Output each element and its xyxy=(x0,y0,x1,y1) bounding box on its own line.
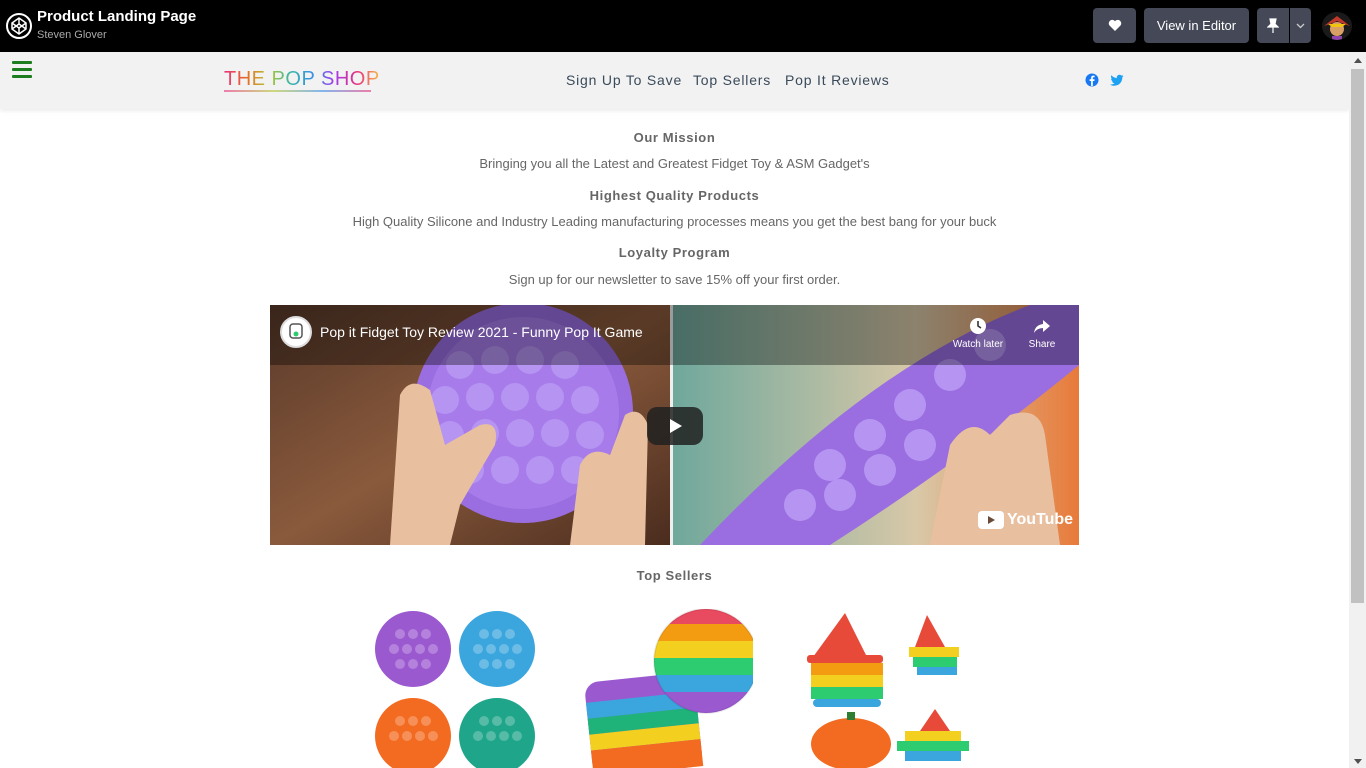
watch-later-button[interactable]: Watch later xyxy=(950,317,1006,350)
heart-icon xyxy=(1108,19,1121,31)
pen-preview: THE POP SHOP Sign Up To Save Top Sellers… xyxy=(0,52,1366,768)
channel-avatar[interactable] xyxy=(280,316,312,348)
site-logo[interactable]: THE POP SHOP xyxy=(224,68,380,91)
pin-button[interactable] xyxy=(1257,8,1289,43)
vertical-scrollbar[interactable] xyxy=(1349,52,1366,768)
share-label: Share xyxy=(1028,339,1056,350)
share-button[interactable]: Share xyxy=(1020,317,1064,350)
nav-top-sellers[interactable]: Top Sellers xyxy=(693,72,771,88)
chevron-down-icon xyxy=(1296,23,1305,28)
nav-reviews[interactable]: Pop It Reviews xyxy=(785,72,890,88)
user-avatar[interactable] xyxy=(1322,12,1352,40)
hamburger-menu-icon[interactable] xyxy=(12,61,32,79)
youtube-video-embed[interactable]: Pop it Fidget Toy Review 2021 - Funny Po… xyxy=(270,305,1079,545)
video-title[interactable]: Pop it Fidget Toy Review 2021 - Funny Po… xyxy=(320,324,643,340)
watch-later-label: Watch later xyxy=(952,339,1004,350)
mission-text: Bringing you all the Latest and Greatest… xyxy=(479,156,870,171)
codepen-top-bar: Product Landing Page Steven Glover View … xyxy=(0,0,1366,52)
product-image-halloween-pop-its[interactable] xyxy=(805,609,975,768)
scrollbar-thumb[interactable] xyxy=(1351,69,1364,603)
scroll-up-arrow-icon[interactable] xyxy=(1354,58,1362,63)
play-button[interactable] xyxy=(647,407,703,445)
share-icon xyxy=(1034,320,1050,333)
facebook-icon[interactable] xyxy=(1085,73,1099,87)
loyalty-text: Sign up for our newsletter to save 15% o… xyxy=(508,272,841,287)
play-icon xyxy=(670,419,682,433)
loyalty-heading: Loyalty Program xyxy=(618,245,731,260)
pen-title: Product Landing Page xyxy=(37,8,197,25)
quality-heading: Highest Quality Products xyxy=(589,188,760,203)
product-image-round-pop-its[interactable] xyxy=(372,609,542,768)
pen-author[interactable]: Steven Glover xyxy=(37,29,107,41)
product-image-rainbow-pop-its[interactable] xyxy=(583,609,753,768)
top-sellers-heading: Top Sellers xyxy=(636,568,713,583)
codepen-logo-icon[interactable] xyxy=(6,13,32,39)
site-header: THE POP SHOP Sign Up To Save Top Sellers… xyxy=(0,52,1349,109)
logo-underline xyxy=(224,90,371,92)
youtube-brand: YouTube xyxy=(1007,511,1074,528)
view-in-editor-button[interactable]: View in Editor xyxy=(1144,8,1249,43)
quality-text: High Quality Silicone and Industry Leadi… xyxy=(352,214,997,229)
like-button[interactable] xyxy=(1093,8,1136,43)
scroll-down-arrow-icon[interactable] xyxy=(1354,759,1362,764)
youtube-logo[interactable]: YouTube xyxy=(978,511,1073,529)
twitter-icon[interactable] xyxy=(1110,73,1124,87)
youtube-icon xyxy=(978,511,1004,529)
pin-icon xyxy=(1267,17,1279,33)
clock-icon xyxy=(970,318,986,334)
mission-heading: Our Mission xyxy=(633,130,716,145)
pin-dropdown-button[interactable] xyxy=(1290,8,1311,43)
nav-sign-up[interactable]: Sign Up To Save xyxy=(566,72,682,88)
